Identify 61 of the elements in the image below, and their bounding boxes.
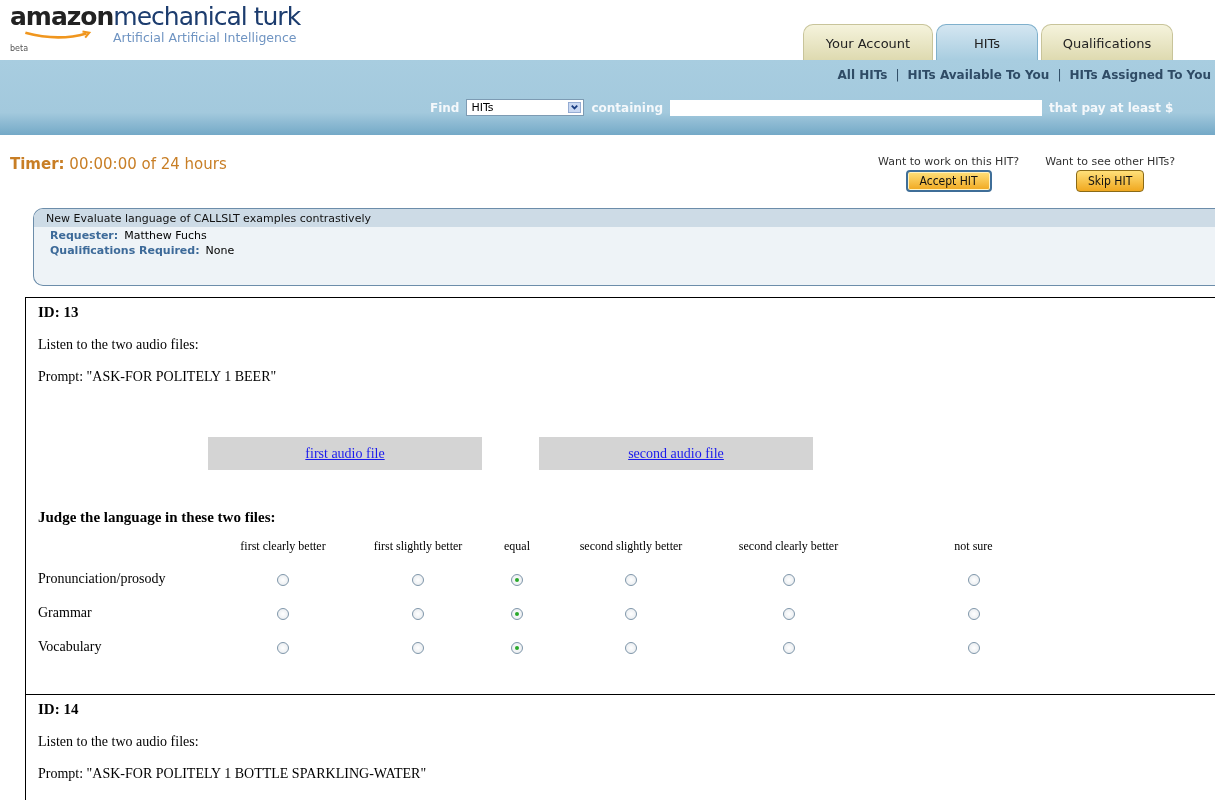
item-id: ID: 13 [38,304,80,321]
radio-button[interactable] [412,607,424,620]
radio-button[interactable] [967,607,980,620]
action-prompt: Want to see other HITs? [1045,155,1175,168]
field-label: Requester: [50,229,119,242]
radio-button[interactable] [412,641,424,654]
nav-tab[interactable]: Your Account [803,24,933,60]
radio-button[interactable] [625,607,637,620]
prompt-text: Prompt: "ASK-FOR POLITELY 1 BEER" [38,369,278,385]
column-header: second clearly better [738,538,839,553]
nav-tab[interactable]: Qualifications [1041,24,1173,60]
logo: amazonmechanical turk beta Artificial Artificial Intelligence [10,2,302,55]
radio-button[interactable] [511,573,523,586]
nav-link[interactable]: All HITs [837,68,888,82]
nav-tab[interactable]: HITs [936,24,1038,60]
instruction-text: Listen to the two audio files: [38,337,200,353]
judge-heading: Judge the language in these two files: [38,509,277,526]
radio-button[interactable] [967,573,980,586]
row-label: Pronunciation/prosody [38,571,166,586]
radio-button[interactable] [511,607,523,620]
row-label: Vocabulary [38,639,102,654]
find-label: Find [430,100,460,115]
radio-button[interactable] [277,573,289,586]
timer-text: Timer: 00:00:00 of 24 hours [10,155,227,175]
field-label: Qualifications Required: [50,244,200,257]
radio-button[interactable] [277,607,289,620]
radio-button[interactable] [625,641,637,654]
containing-label: containing [591,100,664,115]
audio-link[interactable]: first audio file [305,445,385,462]
field-value: None [205,244,235,257]
hit-title: New Evaluate language of CALLSLT examples contrastively [34,209,1215,227]
column-header: first slightly better [373,538,463,553]
column-header: not sure [954,538,993,553]
radio-button[interactable] [782,607,795,620]
keyword-field[interactable] [670,99,1043,116]
action-prompt: Want to work on this HIT? [878,155,1020,168]
dropdown-arrow-icon [568,102,582,113]
prompt-text: Prompt: "ASK-FOR POLITELY 1 BOTTLE SPARKLING-WATER" [38,766,428,782]
radio-button[interactable] [277,641,289,654]
column-header: second slightly better [579,538,683,553]
radio-button[interactable] [511,641,523,654]
radio-button[interactable] [967,641,980,654]
column-header: first clearly better [240,538,326,553]
separator: | [895,68,900,82]
instruction-text: Listen to the two audio files: [38,734,200,750]
hit-button[interactable]: Skip HIT [1075,170,1145,192]
field-value: Matthew Fuchs [124,229,207,242]
nav-link[interactable]: HITs Available To You [907,68,1050,82]
hit-button[interactable]: Accept HIT [905,170,992,192]
pay-label: that pay at least $ [1049,100,1174,115]
type-dropdown[interactable]: HITs [466,99,585,116]
radio-button[interactable] [625,573,637,586]
column-header: equal [504,538,530,553]
audio-link[interactable]: second audio file [628,445,724,462]
row-label: Grammar [38,605,92,620]
separator: | [1057,68,1062,82]
item-id: ID: 14 [38,701,80,718]
radio-button[interactable] [412,573,424,586]
radio-button[interactable] [782,573,795,586]
radio-button[interactable] [782,641,795,654]
nav-link[interactable]: HITs Assigned To You [1069,68,1211,82]
